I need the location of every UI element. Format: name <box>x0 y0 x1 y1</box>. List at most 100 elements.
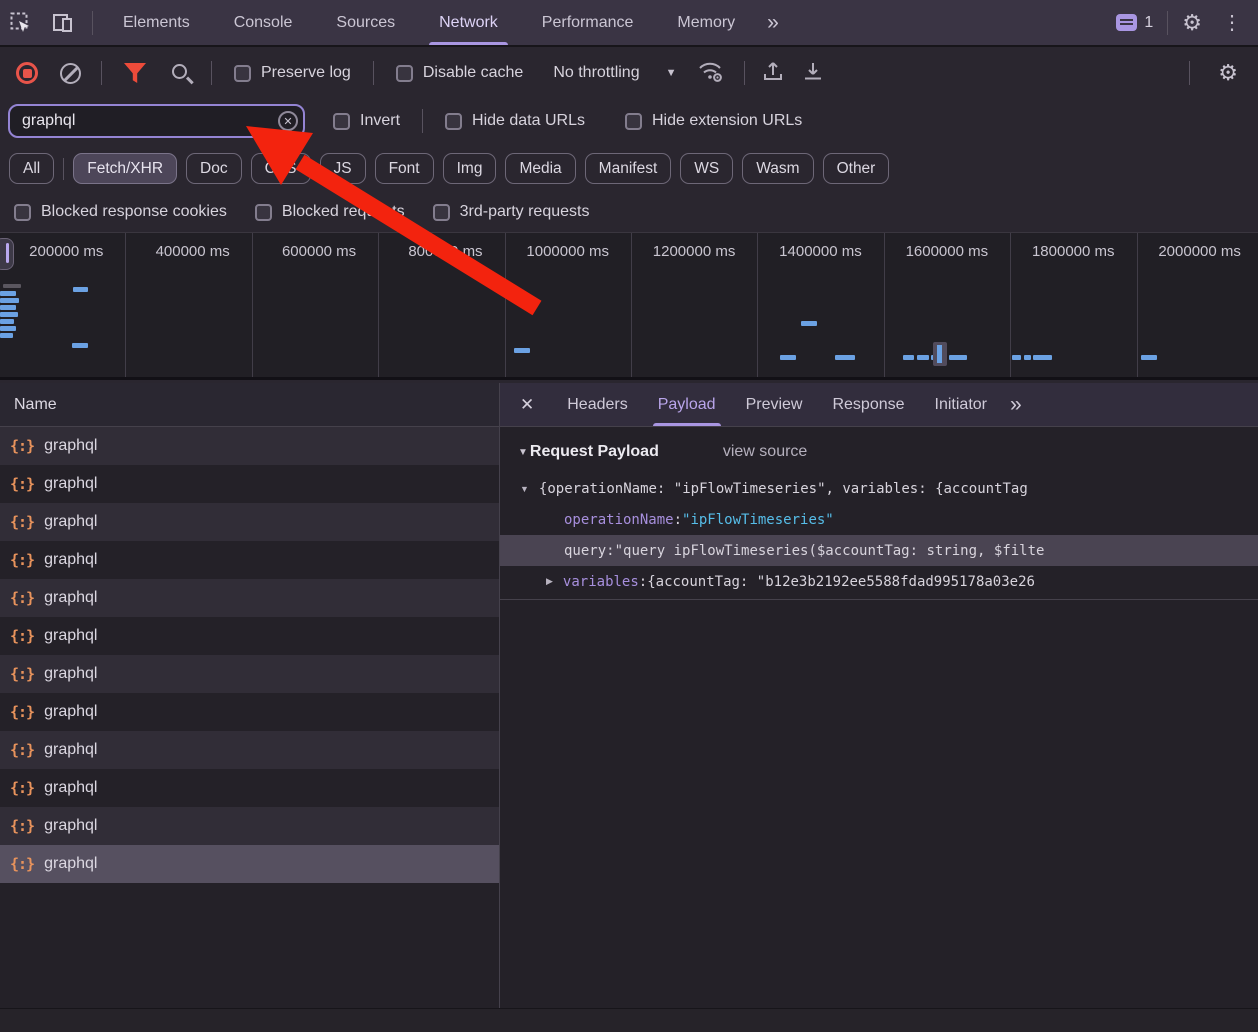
tab-performance[interactable]: Performance <box>520 0 656 45</box>
blocked-requests-checkbox-group[interactable]: Blocked requests <box>255 203 405 221</box>
clear-filter-icon[interactable]: ✕ <box>278 111 298 131</box>
divider <box>92 11 93 35</box>
checkbox[interactable] <box>255 204 272 221</box>
preserve-log-checkbox[interactable] <box>234 65 251 82</box>
request-name: graphql <box>44 551 97 569</box>
details-tab-payload[interactable]: Payload <box>643 383 731 426</box>
chip-css[interactable]: CSS <box>251 153 311 184</box>
filter-input[interactable] <box>8 104 305 138</box>
hide-data-urls-checkbox[interactable] <box>445 113 462 130</box>
clear-network-log-icon[interactable] <box>60 63 81 84</box>
chip-wasm[interactable]: Wasm <box>742 153 813 184</box>
collapse-triangle-icon[interactable]: ▼ <box>518 447 528 458</box>
request-row[interactable]: {:}graphql <box>0 769 499 807</box>
request-timing-bar <box>1033 355 1052 360</box>
request-row[interactable]: {:}graphql <box>0 541 499 579</box>
chip-js[interactable]: JS <box>320 153 366 184</box>
payload-property-row[interactable]: query: "query ipFlowTimeseries($accountT… <box>500 535 1258 566</box>
request-row[interactable]: {:}graphql <box>0 427 499 465</box>
details-tab-preview[interactable]: Preview <box>731 383 818 426</box>
filter-icon[interactable] <box>124 63 146 83</box>
chip-media[interactable]: Media <box>505 153 575 184</box>
more-details-tabs-icon[interactable]: » <box>1002 393 1028 417</box>
preserve-log-checkbox-group[interactable]: Preserve log <box>234 64 351 82</box>
details-tab-response[interactable]: Response <box>817 383 919 426</box>
fetch-braces-icon: {:} <box>10 513 34 531</box>
checkbox-label: Blocked response cookies <box>41 203 227 221</box>
issues-count[interactable]: 1 <box>1144 14 1153 32</box>
payload-property-row[interactable]: operationName: "ipFlowTimeseries" <box>500 504 1258 535</box>
expand-triangle-icon[interactable]: ▶ <box>546 576 553 587</box>
fetch-braces-icon: {:} <box>10 817 34 835</box>
tab-memory[interactable]: Memory <box>655 0 757 45</box>
property-value: "ipFlowTimeseries" <box>682 512 834 528</box>
timeline-tick-label: 400000 ms <box>126 233 252 377</box>
3rd-party-requests-checkbox-group[interactable]: 3rd-party requests <box>433 203 590 221</box>
chip-doc[interactable]: Doc <box>186 153 242 184</box>
disable-cache-checkbox[interactable] <box>396 65 413 82</box>
hide-data-urls-checkbox-group[interactable]: Hide data URLs <box>445 112 585 130</box>
request-timing-bar <box>949 355 967 360</box>
search-icon[interactable] <box>172 64 187 79</box>
request-row[interactable]: {:}graphql <box>0 579 499 617</box>
chip-manifest[interactable]: Manifest <box>585 153 672 184</box>
settings-gear-icon[interactable]: ⚙ <box>1182 12 1202 34</box>
chip-font[interactable]: Font <box>375 153 434 184</box>
disable-cache-checkbox-group[interactable]: Disable cache <box>396 64 524 82</box>
request-row[interactable]: {:}graphql <box>0 465 499 503</box>
hide-data-urls-label: Hide data URLs <box>472 112 585 130</box>
invert-checkbox[interactable] <box>333 113 350 130</box>
chip-other[interactable]: Other <box>823 153 890 184</box>
checkbox[interactable] <box>433 204 450 221</box>
record-network-log-button[interactable] <box>16 62 38 84</box>
chip-all[interactable]: All <box>9 153 54 184</box>
tab-console[interactable]: Console <box>212 0 315 45</box>
colon: : <box>674 512 682 528</box>
issues-icon[interactable] <box>1116 14 1137 31</box>
hide-extension-urls-checkbox-group[interactable]: Hide extension URLs <box>625 112 802 130</box>
export-har-icon[interactable] <box>801 59 825 88</box>
request-row[interactable]: {:}graphql <box>0 617 499 655</box>
inspect-element-icon[interactable] <box>8 10 34 36</box>
timeline-tick-label: 600000 ms <box>253 233 379 377</box>
kebab-menu-icon[interactable]: ⋮ <box>1216 10 1248 35</box>
close-icon[interactable]: ✕ <box>500 395 552 415</box>
request-row[interactable]: {:}graphql <box>0 503 499 541</box>
request-row[interactable]: {:}graphql <box>0 731 499 769</box>
tab-network[interactable]: Network <box>417 0 520 45</box>
payload-property-row[interactable]: ▶variables: {accountTag: "b12e3b2192ee55… <box>500 566 1258 597</box>
network-settings-gear-icon[interactable]: ⚙ <box>1218 62 1238 84</box>
expand-triangle-icon[interactable]: ▼ <box>520 484 529 494</box>
bottom-strip <box>0 1008 1258 1032</box>
request-row[interactable]: {:}graphql <box>0 845 499 883</box>
blocked-response-cookies-checkbox-group[interactable]: Blocked response cookies <box>14 203 227 221</box>
hide-extension-urls-checkbox[interactable] <box>625 113 642 130</box>
name-column-header[interactable]: Name <box>0 383 499 427</box>
checkbox[interactable] <box>14 204 31 221</box>
timeline-scroll-handle[interactable] <box>0 238 14 270</box>
timeline-grid: 200000 ms400000 ms600000 ms800000 ms1000… <box>0 233 1258 377</box>
details-tab-headers[interactable]: Headers <box>552 383 642 426</box>
tab-elements[interactable]: Elements <box>101 0 212 45</box>
more-tabs-icon[interactable]: » <box>757 11 787 35</box>
chip-fetch-xhr[interactable]: Fetch/XHR <box>73 153 177 184</box>
request-name: graphql <box>44 855 97 873</box>
import-har-icon[interactable] <box>761 59 785 88</box>
network-conditions-icon[interactable] <box>696 59 726 88</box>
chip-ws[interactable]: WS <box>680 153 733 184</box>
chip-img[interactable]: Img <box>443 153 497 184</box>
panel-tabs: ElementsConsoleSourcesNetworkPerformance… <box>101 0 757 45</box>
request-payload-header[interactable]: ▼ Request Payload view source <box>500 443 1258 461</box>
throttling-dropdown[interactable]: No throttling ▼ <box>553 64 676 82</box>
network-overview-timeline[interactable]: 200000 ms400000 ms600000 ms800000 ms1000… <box>0 232 1258 380</box>
device-toolbar-icon[interactable] <box>50 10 76 36</box>
request-row[interactable]: {:}graphql <box>0 655 499 693</box>
request-row[interactable]: {:}graphql <box>0 807 499 845</box>
details-tabs: HeadersPayloadPreviewResponseInitiator <box>552 383 1002 426</box>
details-tab-initiator[interactable]: Initiator <box>920 383 1002 426</box>
payload-preview-line[interactable]: ▼ {operationName: "ipFlowTimeseries", va… <box>500 473 1258 504</box>
invert-checkbox-group[interactable]: Invert <box>333 112 400 130</box>
view-source-link[interactable]: view source <box>723 443 807 461</box>
tab-sources[interactable]: Sources <box>314 0 417 45</box>
request-row[interactable]: {:}graphql <box>0 693 499 731</box>
